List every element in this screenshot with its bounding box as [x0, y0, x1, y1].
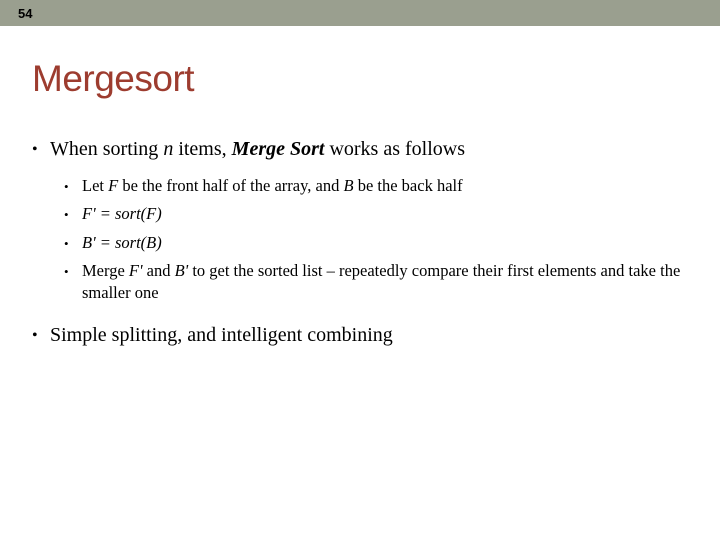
text-segment: Let [82, 176, 108, 195]
text-segment: be the front half of the array, and [118, 176, 343, 195]
slide-header-bar: 54 [0, 0, 720, 26]
sub-bullet-merge: Merge F' and B' to get the sorted list –… [64, 260, 688, 305]
slide-title: Mergesort [32, 58, 688, 100]
sub-bullet-let: Let F be the front half of the array, an… [64, 175, 688, 197]
bullet-close: Simple splitting, and intelligent combin… [32, 322, 688, 349]
text-segment: Merge [82, 261, 129, 280]
var-n: n [163, 138, 173, 160]
var-Bprime: B' [175, 261, 189, 280]
text-segment: works as follows [324, 138, 465, 160]
var-F: F [108, 176, 118, 195]
slide-content: Mergesort When sorting n items, Merge So… [0, 26, 720, 349]
text-segment: be the back half [354, 176, 463, 195]
eq-fprime: F' = sort(F) [82, 204, 162, 223]
text-segment: items, [173, 138, 231, 160]
eq-bprime: B' = sort(B) [82, 233, 162, 252]
term-merge-sort: Merge Sort [232, 138, 325, 160]
slide-number: 54 [0, 6, 32, 21]
var-B: B [343, 176, 353, 195]
text-segment: Simple splitting, and intelligent combin… [50, 324, 393, 346]
text-segment: and [143, 261, 175, 280]
sub-bullet-bprime: B' = sort(B) [64, 232, 688, 254]
bullet-intro: When sorting n items, Merge Sort works a… [32, 136, 688, 163]
var-Fprime: F' [129, 261, 143, 280]
sub-bullet-fprime: F' = sort(F) [64, 203, 688, 225]
text-segment: When sorting [50, 138, 163, 160]
